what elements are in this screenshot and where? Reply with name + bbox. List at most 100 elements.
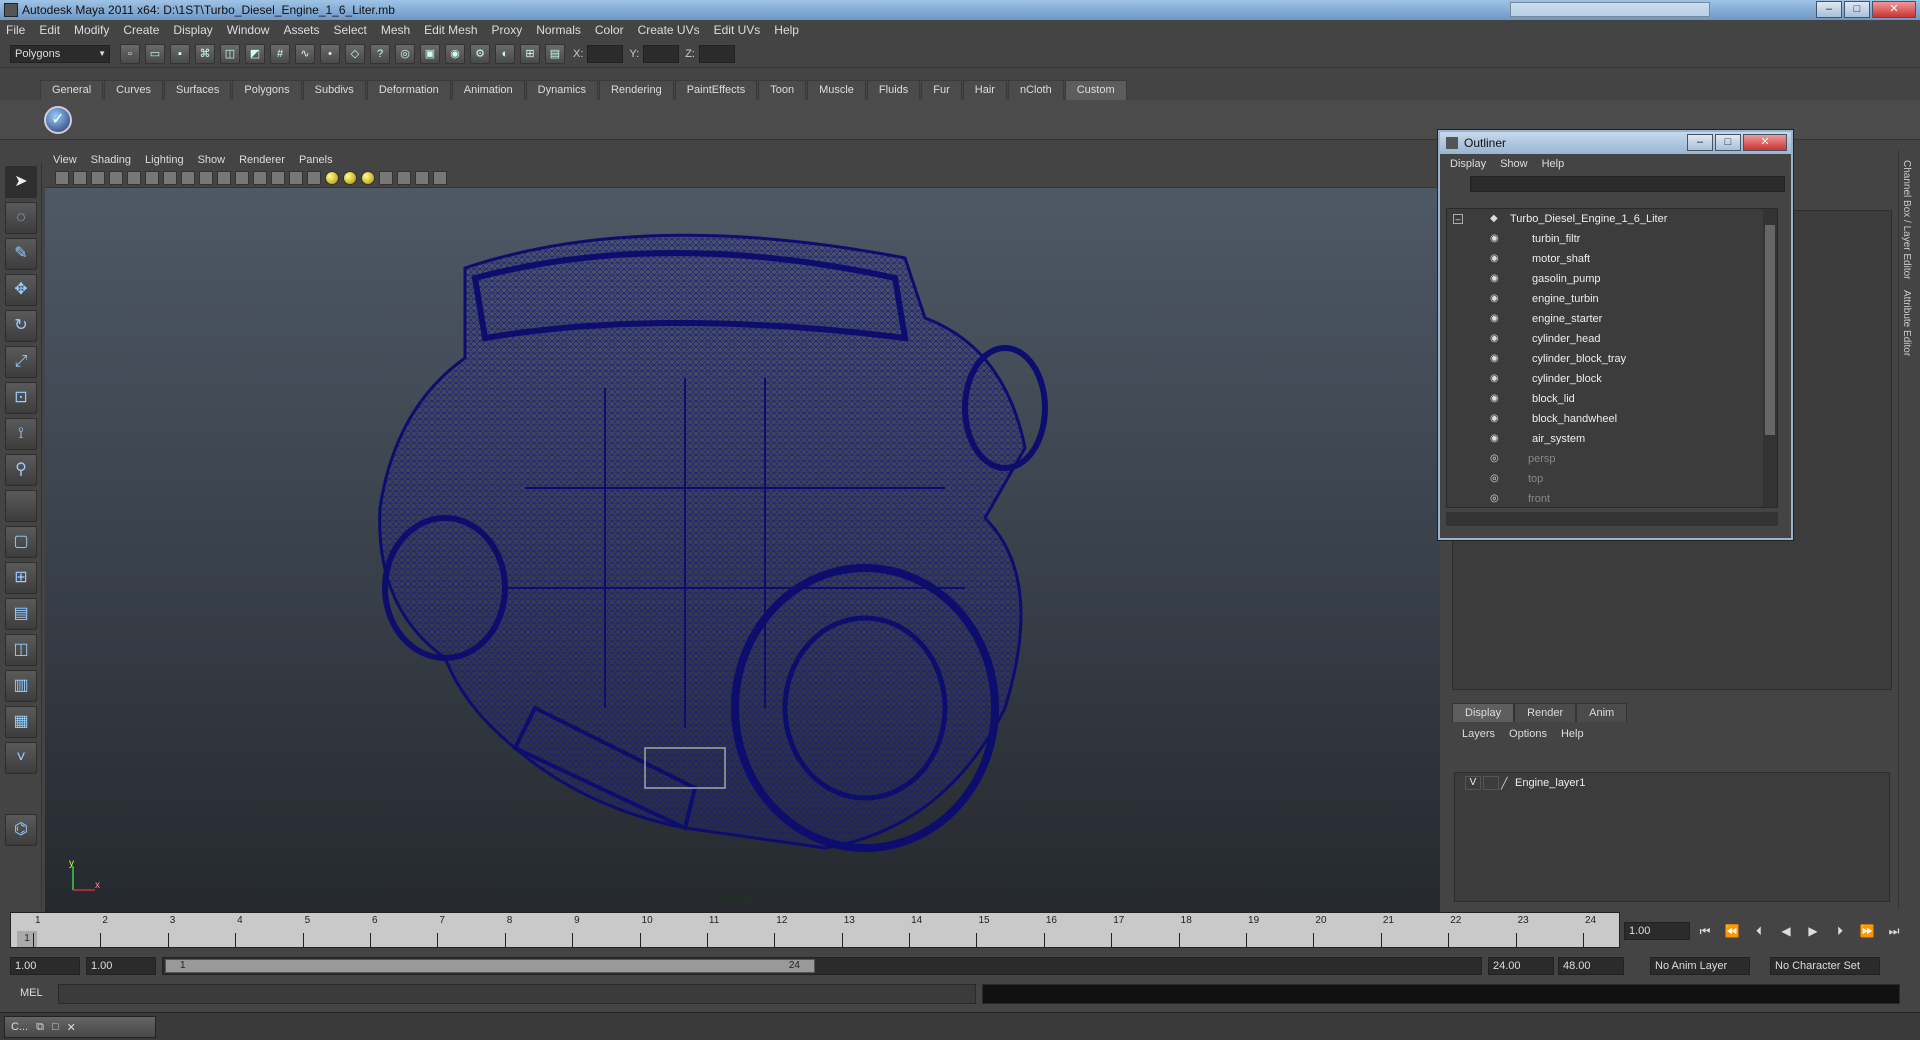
anim-end-field[interactable]: 48.00 (1558, 957, 1624, 975)
playback-start-field[interactable]: 1.00 (86, 957, 156, 975)
outliner-item[interactable]: ◉ motor_shaft (1447, 249, 1777, 269)
menu-select[interactable]: Select (333, 23, 366, 37)
shelf-tab-hair[interactable]: Hair (962, 80, 1007, 100)
collapse-icon[interactable]: – (1453, 214, 1463, 224)
menu-color[interactable]: Color (595, 23, 624, 37)
script-layout-icon[interactable]: ▦ (5, 706, 37, 738)
outliner-item[interactable]: ◉ cylinder_block (1447, 369, 1777, 389)
bookmark-icon[interactable] (91, 170, 105, 185)
isolate-select-icon[interactable] (379, 170, 393, 185)
menu-modify[interactable]: Modify (74, 23, 109, 37)
menu-create-uvs[interactable]: Create UVs (638, 23, 700, 37)
vp-menu-renderer[interactable]: Renderer (239, 154, 285, 166)
outliner-menu-help[interactable]: Help (1542, 158, 1565, 170)
smooth-shade-icon[interactable] (271, 170, 285, 185)
manipulator-tool-icon[interactable]: ⊡ (5, 382, 37, 414)
safe-action-icon[interactable] (217, 170, 231, 185)
input-line-icon[interactable]: ⊞ (520, 43, 540, 64)
scale-tool-icon[interactable]: ⤢ (5, 346, 37, 378)
shelf-tab-ncloth[interactable]: nCloth (1007, 80, 1064, 100)
xray-icon[interactable] (397, 170, 411, 185)
select-object-icon[interactable]: ◫ (220, 43, 240, 64)
rotate-tool-icon[interactable]: ↻ (5, 310, 37, 342)
anim-start-field[interactable]: 1.00 (10, 957, 80, 975)
render-settings-icon[interactable]: ⚙ (470, 43, 490, 64)
single-view-layout-icon[interactable]: ▢ (5, 526, 37, 558)
shelf-tab-animation[interactable]: Animation (451, 80, 525, 100)
film-gate-icon[interactable] (145, 170, 159, 185)
minimize-button[interactable]: – (1816, 1, 1842, 18)
select-component-icon[interactable]: ◩ (245, 43, 265, 64)
shelf-tab-dynamics[interactable]: Dynamics (525, 80, 598, 100)
outliner-item[interactable]: ◉ engine_turbin (1447, 289, 1777, 309)
play-forwards-icon[interactable]: ▶ (1802, 922, 1824, 940)
z-field[interactable] (698, 44, 735, 63)
vp-menu-shading[interactable]: Shading (91, 154, 131, 166)
layer-visibility-toggle[interactable]: V (1465, 776, 1481, 790)
current-frame-marker[interactable]: 1 (17, 931, 37, 947)
shelf-tab-fluids[interactable]: Fluids (866, 80, 921, 100)
step-back-key-icon[interactable]: ⏪ (1721, 922, 1743, 940)
title-search-box[interactable] (1510, 2, 1710, 17)
menu-edit-mesh[interactable]: Edit Mesh (424, 23, 477, 37)
vp-menu-view[interactable]: View (53, 154, 77, 166)
x-field[interactable] (587, 44, 624, 63)
outliner-close-button[interactable]: ✕ (1743, 134, 1787, 151)
outliner-item[interactable]: ◉ gasolin_pump (1447, 269, 1777, 289)
check-icon[interactable]: ✓ (44, 106, 72, 134)
close-icon[interactable]: ✕ (67, 1021, 76, 1034)
select-hierarchy-icon[interactable]: ⌘ (195, 43, 215, 64)
history-icon[interactable]: ◎ (395, 43, 415, 64)
sidebar-toggle-icon[interactable]: ▤ (545, 43, 565, 64)
step-forward-frame-icon[interactable]: ⏵ (1829, 922, 1851, 940)
menu-help[interactable]: Help (774, 23, 799, 37)
shelf-tab-fur[interactable]: Fur (921, 80, 962, 100)
maximize-icon[interactable]: □ (52, 1021, 59, 1033)
layout-options-icon[interactable]: ˅ (5, 742, 37, 774)
layer-tab-anim[interactable]: Anim (1576, 703, 1628, 722)
layer-menu-options[interactable]: Options (1509, 728, 1547, 740)
vp-menu-panels[interactable]: Panels (299, 154, 333, 166)
restore-icon[interactable]: ⧉ (36, 1021, 44, 1034)
open-scene-icon[interactable]: ▭ (145, 43, 165, 64)
menu-proxy[interactable]: Proxy (492, 23, 523, 37)
minimized-window-item[interactable]: C... ⧉ □ ✕ (4, 1016, 156, 1038)
layer-row[interactable]: V ╱ Engine_layer1 (1455, 773, 1889, 793)
layer-tab-display[interactable]: Display (1452, 703, 1515, 722)
snap-point-icon[interactable]: • (320, 43, 340, 64)
save-scene-icon[interactable]: ▪ (170, 43, 190, 64)
default-light-icon[interactable] (325, 170, 339, 185)
menu-display[interactable]: Display (173, 23, 212, 37)
mel-label[interactable]: MEL (20, 987, 43, 999)
render-frame-icon[interactable]: ▣ (420, 43, 440, 64)
graph-layout-icon[interactable]: ◫ (5, 634, 37, 666)
grid-icon[interactable] (127, 170, 141, 185)
move-tool-icon[interactable]: ✥ (5, 274, 37, 306)
snap-curve-icon[interactable]: ∿ (295, 43, 315, 64)
outliner-menu-display[interactable]: Display (1450, 158, 1486, 170)
all-lights-icon[interactable] (343, 170, 357, 185)
go-to-start-icon[interactable]: ⏮ (1694, 922, 1716, 940)
menu-window[interactable]: Window (227, 23, 270, 37)
outliner-item[interactable]: ◉ engine_starter (1447, 309, 1777, 329)
soft-mod-icon[interactable]: ⟟ (5, 418, 37, 450)
y-field[interactable] (643, 44, 680, 63)
textured-icon[interactable] (307, 170, 321, 185)
outliner-minimize-button[interactable]: – (1687, 134, 1713, 151)
camera-select-icon[interactable] (55, 170, 69, 185)
ipr-render-icon[interactable]: ◉ (445, 43, 465, 64)
step-back-frame-icon[interactable]: ⏴ (1748, 922, 1770, 940)
outliner-camera-item[interactable]: ◎ front (1447, 489, 1777, 507)
four-view-layout-icon[interactable]: ⊞ (5, 562, 37, 594)
outliner-camera-item[interactable]: ◎ persp (1447, 449, 1777, 469)
wireframe-on-shaded-icon[interactable] (289, 170, 303, 185)
shelf-tab-painteffects[interactable]: PaintEffects (674, 80, 758, 100)
viewport-canvas[interactable]: y x persp (45, 188, 1440, 912)
gate-mask-icon[interactable] (181, 170, 195, 185)
step-forward-key-icon[interactable]: ⏩ (1856, 922, 1878, 940)
outliner-item[interactable]: ◉ air_system (1447, 429, 1777, 449)
shelf-tab-muscle[interactable]: Muscle (807, 80, 866, 100)
outliner-item[interactable]: ◉ block_handwheel (1447, 409, 1777, 429)
paint-select-icon[interactable]: ✎ (5, 238, 37, 270)
shelf-tab-toon[interactable]: Toon (758, 80, 807, 100)
